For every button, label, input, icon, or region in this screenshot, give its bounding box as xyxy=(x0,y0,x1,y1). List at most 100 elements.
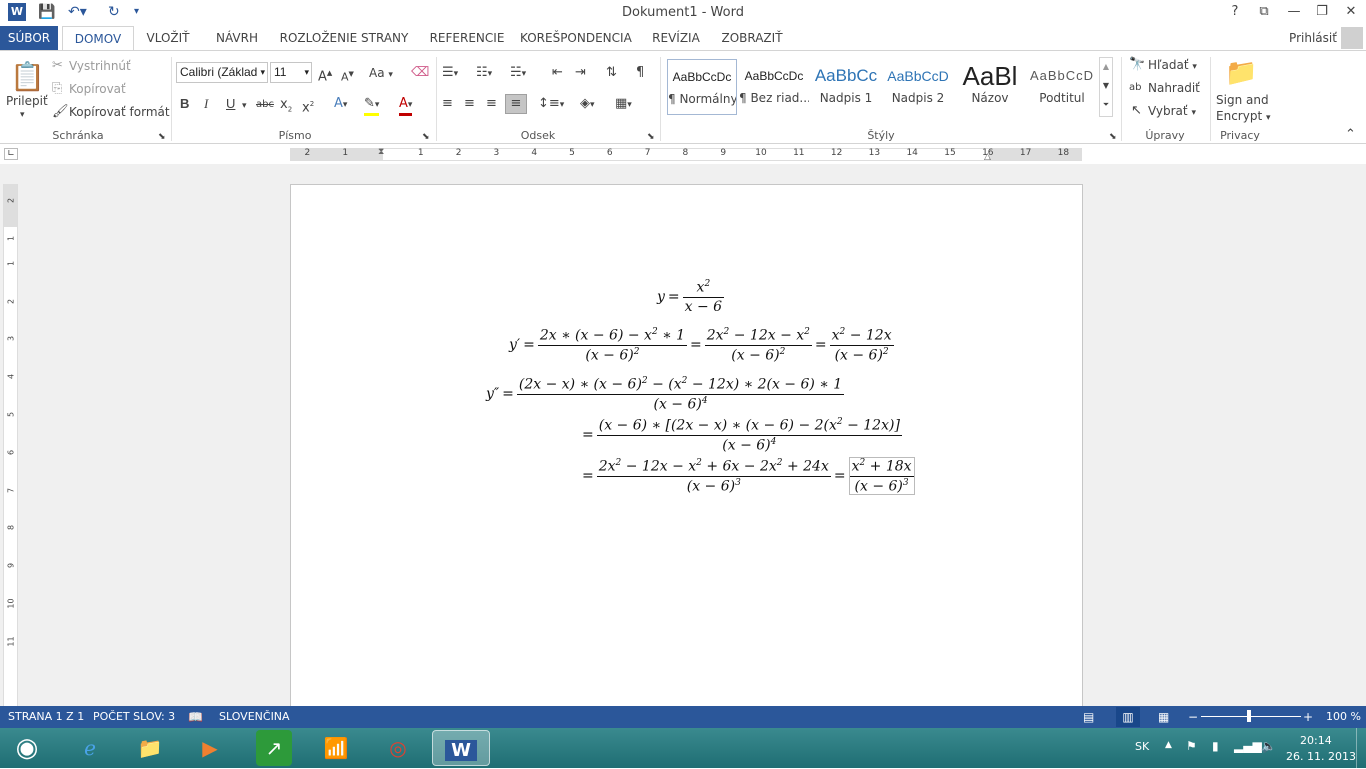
chart-app-icon[interactable]: ↗ xyxy=(256,730,292,766)
align-left-icon[interactable]: ≡ xyxy=(442,96,453,112)
encrypt-button[interactable]: Encrypt ▾ xyxy=(1216,108,1271,126)
bullets-icon[interactable]: ☰▾ xyxy=(442,65,458,82)
word-count[interactable]: POČET SLOV: 3 xyxy=(93,710,175,724)
numbering-icon[interactable]: ☷▾ xyxy=(476,65,492,82)
equation-step-2[interactable]: = (x − 6) ∗ [(2x − x) ∗ (x − 6) − 2(x2 − … xyxy=(579,417,902,453)
copy-button[interactable]: Kopírovať xyxy=(69,81,126,97)
style-normal[interactable]: AaBbCcDc ¶ Normálny xyxy=(667,59,737,115)
font-name-combo[interactable]: Calibri (Základ ▾ xyxy=(176,62,268,83)
clock-date[interactable]: 26. 11. 2013 xyxy=(1286,750,1356,763)
clear-formatting-icon[interactable]: ⌫ xyxy=(411,65,429,81)
bold-icon[interactable]: B xyxy=(180,96,189,112)
action-center-icon[interactable]: ⚑ xyxy=(1186,739,1197,753)
horizontal-ruler[interactable]: 2 1 1 2 3 4 5 6 7 8 9 10 11 12 13 14 15 16 17 18 ⧗ △ xyxy=(290,147,1082,162)
start-button[interactable]: ◉ xyxy=(0,730,54,766)
increase-indent-icon[interactable]: ⇥ xyxy=(575,65,586,81)
sign-encrypt-icon[interactable]: 📁 xyxy=(1225,57,1257,89)
show-formatting-icon[interactable]: ¶ xyxy=(636,65,644,81)
decrease-indent-icon[interactable]: ⇤ xyxy=(552,65,563,81)
right-indent-marker-icon[interactable]: △ xyxy=(984,152,991,162)
sort-icon[interactable]: ⇅ xyxy=(606,65,617,81)
indent-marker-icon[interactable]: ⧗ xyxy=(378,147,384,157)
wireless-icon[interactable]: 📶 xyxy=(310,730,362,766)
tab-selector[interactable]: ∟ xyxy=(4,148,18,160)
underline-icon[interactable]: U xyxy=(226,96,235,112)
italic-icon[interactable]: I xyxy=(204,96,208,112)
style-no-spacing[interactable]: AaBbCcDc ¶ Bez riad... xyxy=(739,59,809,115)
read-mode-icon[interactable]: ▤ xyxy=(1083,710,1094,724)
text-effects-icon[interactable]: A▾ xyxy=(334,96,347,113)
equation-y[interactable]: y = x2 x − 6 xyxy=(657,279,725,315)
tab-references[interactable]: REFERENCIE xyxy=(422,26,512,50)
highlight-icon[interactable]: ✎▾ xyxy=(364,96,380,116)
equation-second-derivative[interactable]: y″ = (2x − x) ∗ (x − 6)2 − (x2 − 12x) ∗ 2(… xyxy=(486,376,845,412)
ribbon-display-options-icon[interactable]: ⧉ xyxy=(1251,2,1277,22)
restore-button[interactable]: ❐ xyxy=(1309,2,1335,22)
paste-dropdown-icon[interactable]: ▾ xyxy=(20,107,25,123)
font-color-icon[interactable]: A▾ xyxy=(399,96,413,116)
multilevel-list-icon[interactable]: ☵▾ xyxy=(510,65,526,82)
avatar[interactable] xyxy=(1341,27,1363,49)
zoom-slider[interactable] xyxy=(1201,716,1301,717)
find-button[interactable]: Hľadať ▾ xyxy=(1148,57,1197,75)
internet-explorer-icon[interactable]: ℯ xyxy=(64,730,116,766)
close-button[interactable]: ✕ xyxy=(1338,2,1364,22)
clock-time[interactable]: 20:14 xyxy=(1300,734,1332,747)
justify-icon[interactable]: ≡ xyxy=(505,94,527,114)
word-taskbar-icon[interactable]: W xyxy=(432,730,490,766)
font-launcher-icon[interactable]: ⬊ xyxy=(422,129,430,145)
vertical-ruler[interactable]: 2 1 1 2 3 4 5 6 7 8 9 10 11 xyxy=(3,184,18,706)
battery-icon[interactable]: ▮ xyxy=(1212,739,1219,753)
cut-button[interactable]: Vystrihnúť xyxy=(69,58,131,74)
subscript-icon[interactable]: x2 xyxy=(280,97,292,118)
change-case-button[interactable]: Aa ▾ xyxy=(369,65,393,83)
chevron-down-icon[interactable]: ▼ xyxy=(1100,76,1112,96)
borders-icon[interactable]: ▦▾ xyxy=(615,96,632,113)
clipboard-launcher-icon[interactable]: ⬊ xyxy=(158,129,166,145)
equation-step-3[interactable]: = 2x2 − 12x − x2 + 6x − 2x2 + 24x (x − 6)3… xyxy=(579,457,915,496)
strikethrough-icon[interactable]: abc xyxy=(256,97,274,113)
zoom-out-icon[interactable]: − xyxy=(1188,710,1198,724)
help-button[interactable]: ? xyxy=(1222,2,1248,22)
equation-first-derivative[interactable]: y′ = 2x ∗ (x − 6) − x2 ∗ 1 (x − 6)2 = 2x2 − 1… xyxy=(509,327,894,363)
show-hidden-icons-icon[interactable]: ▲ xyxy=(1165,740,1172,750)
network-icon[interactable]: ▂▄▆ xyxy=(1234,739,1262,753)
shrink-font-icon[interactable]: A▼ xyxy=(341,66,354,86)
media-player-icon[interactable]: ▶ xyxy=(184,730,236,766)
font-size-combo[interactable]: 11 ▾ xyxy=(270,62,312,83)
paragraph-launcher-icon[interactable]: ⬊ xyxy=(647,129,655,145)
chrome-icon[interactable]: ◎ xyxy=(372,730,424,766)
tab-mailings[interactable]: KOREŠPONDENCIA xyxy=(520,26,632,50)
file-explorer-icon[interactable]: 📁 xyxy=(124,730,176,766)
document-page[interactable]: y = x2 x − 6 y′ = 2x ∗ (x − 6) − x2 ∗ 1 (x − 6… xyxy=(290,184,1083,714)
zoom-level[interactable]: 100 % xyxy=(1326,710,1361,724)
replace-button[interactable]: Nahradiť xyxy=(1148,80,1200,96)
align-right-icon[interactable]: ≡ xyxy=(486,96,497,112)
tab-file[interactable]: SÚBOR xyxy=(0,26,58,50)
tab-layout[interactable]: ROZLOŽENIE STRANY xyxy=(278,26,410,50)
zoom-in-icon[interactable]: + xyxy=(1303,710,1313,724)
style-heading-2[interactable]: AaBbCcD Nadpis 2 xyxy=(883,59,953,115)
format-painter-button[interactable]: Kopírovať formát xyxy=(69,104,170,120)
page-count[interactable]: STRANA 1 Z 1 xyxy=(8,710,84,724)
more-styles-icon[interactable]: ⏷ xyxy=(1100,96,1112,114)
line-spacing-icon[interactable]: ↕≡▾ xyxy=(538,96,564,113)
styles-launcher-icon[interactable]: ⬊ xyxy=(1109,129,1117,145)
chevron-down-icon[interactable]: ▾ xyxy=(242,98,247,114)
show-desktop-button[interactable] xyxy=(1356,728,1366,768)
select-button[interactable]: Vybrať ▾ xyxy=(1148,103,1196,121)
paste-icon[interactable]: 📋 xyxy=(10,59,45,95)
language-status[interactable]: SLOVENČINA xyxy=(219,710,290,724)
zoom-slider-thumb[interactable] xyxy=(1247,710,1251,722)
signin-link[interactable]: Prihlásiť xyxy=(1288,26,1338,50)
keyboard-language[interactable]: SK xyxy=(1135,740,1149,753)
proofing-icon[interactable]: 📖 xyxy=(188,710,203,724)
web-layout-icon[interactable]: ▦ xyxy=(1158,710,1169,724)
sign-and-label[interactable]: Sign and xyxy=(1216,92,1269,108)
grow-font-icon[interactable]: A▲ xyxy=(318,65,332,85)
tab-view[interactable]: ZOBRAZIŤ xyxy=(718,26,786,50)
tab-design[interactable]: NÁVRH xyxy=(208,26,266,50)
tab-insert[interactable]: VLOŽIŤ xyxy=(140,26,196,50)
align-center-icon[interactable]: ≡ xyxy=(464,96,475,112)
minimize-button[interactable]: — xyxy=(1281,2,1307,22)
